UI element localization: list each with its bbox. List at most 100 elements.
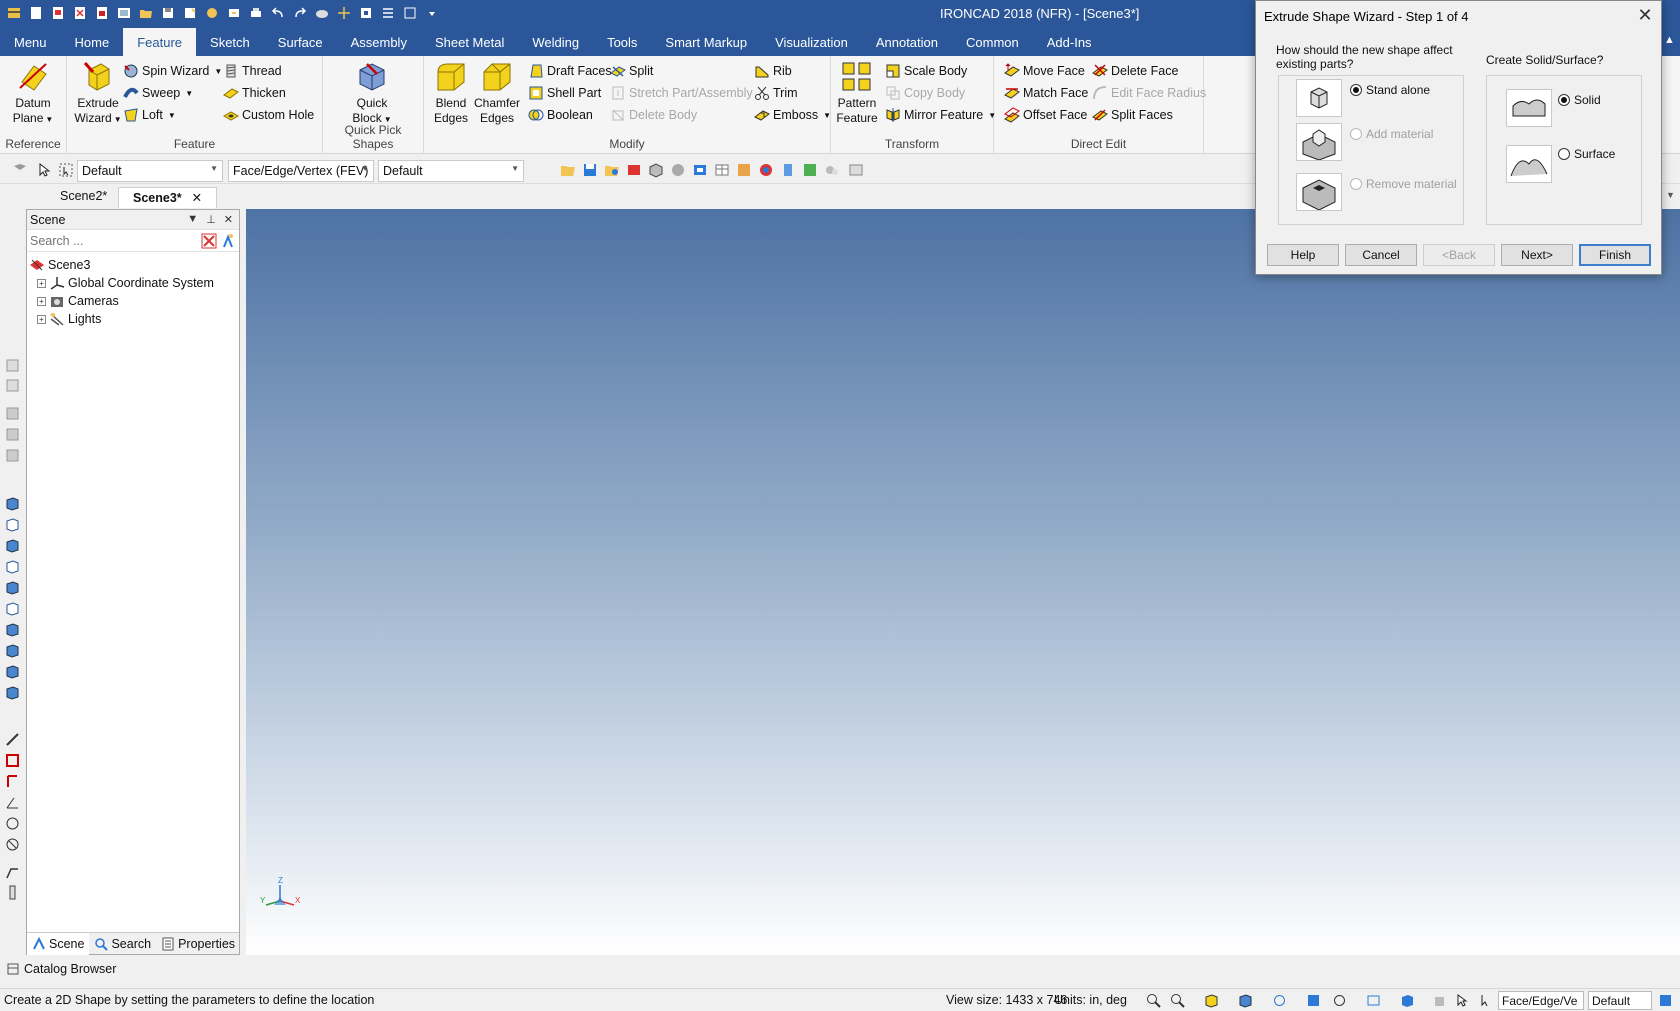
surface-radio[interactable]: Surface <box>1558 147 1615 161</box>
3d-viewport[interactable]: Z X Y <box>246 209 1680 955</box>
search-options-icon[interactable] <box>220 233 236 249</box>
tab-feature[interactable]: Feature <box>123 28 197 56</box>
hand-icon[interactable] <box>1432 993 1447 1008</box>
pin-icon[interactable]: ⊥ <box>206 213 216 226</box>
triball-icon[interactable] <box>334 3 354 23</box>
pattern-feature-button[interactable]: Pattern Feature <box>835 60 879 126</box>
settings-icon[interactable] <box>1658 993 1673 1008</box>
orbit-icon[interactable] <box>1272 993 1287 1008</box>
trim-button[interactable]: Trim <box>754 83 798 103</box>
shell-part-button[interactable]: Shell Part <box>528 83 601 103</box>
save-as-icon[interactable] <box>180 3 200 23</box>
no-entry-icon[interactable] <box>5 837 20 852</box>
blend-edges-button[interactable]: Blend Edges <box>430 60 472 126</box>
delete-face-button[interactable]: Delete Face <box>1092 61 1178 81</box>
stretch-part-assembly-button[interactable]: Stretch Part/Assembly <box>610 83 753 103</box>
doc-tab-scene2[interactable]: Scene2* <box>46 187 121 208</box>
thread-button[interactable]: Thread <box>223 61 282 81</box>
sweep-button[interactable]: Sweep ▼ <box>123 83 193 103</box>
move-face-button[interactable]: Move Face <box>1004 61 1085 81</box>
expand-icon[interactable]: + <box>37 278 46 288</box>
select-arrow-icon[interactable] <box>36 162 52 178</box>
new-drawing-icon[interactable] <box>70 3 90 23</box>
finish-button[interactable]: Finish <box>1579 244 1651 266</box>
render-mode-icon[interactable] <box>1204 993 1219 1008</box>
boolean-button[interactable]: Boolean <box>528 105 593 125</box>
camera-view-icon[interactable] <box>692 162 708 178</box>
tab-add-ins[interactable]: Add-Ins <box>1033 28 1106 56</box>
render-icon[interactable] <box>312 3 332 23</box>
open-folder-icon[interactable] <box>136 3 156 23</box>
tree-item-cameras[interactable]: + Cameras <box>29 292 239 310</box>
part-icon[interactable] <box>648 162 664 178</box>
scale-body-button[interactable]: Scale Body <box>885 61 967 81</box>
panel-close-icon[interactable]: ✕ <box>224 213 233 226</box>
delete-body-button[interactable]: Delete Body <box>610 105 697 125</box>
image-icon[interactable] <box>802 162 818 178</box>
selection-mode-combo[interactable]: Face/Edge/Vertex (FEV) ▼ <box>228 160 374 182</box>
new-scene-icon[interactable] <box>48 3 68 23</box>
edit-face-radius-button[interactable]: Edit Face Radius <box>1092 83 1206 103</box>
solid-radio[interactable]: Solid <box>1558 93 1601 107</box>
custom-hole-button[interactable]: Custom Hole <box>223 105 314 125</box>
dialog-close-icon[interactable]: ✕ <box>1635 5 1655 25</box>
help-button[interactable]: Help <box>1267 244 1339 266</box>
doc-tab-scene3[interactable]: Scene3* ✕ <box>118 187 218 208</box>
load-icon[interactable] <box>604 162 620 178</box>
materials-icon[interactable] <box>736 162 752 178</box>
close-tab-icon[interactable]: ✕ <box>192 191 202 205</box>
split-button[interactable]: Split <box>610 61 653 81</box>
customize-qat-icon[interactable] <box>422 3 442 23</box>
tree-item-global-coordinate-system[interactable]: + Global Coordinate System <box>29 274 239 292</box>
more-tools-icon[interactable] <box>848 162 864 178</box>
pointer-icon[interactable] <box>1454 993 1469 1008</box>
tab-smart-markup[interactable]: Smart Markup <box>651 28 761 56</box>
print-icon[interactable] <box>246 3 266 23</box>
pack-icon[interactable] <box>202 3 222 23</box>
split-faces-button[interactable]: Split Faces <box>1092 105 1173 125</box>
edge-mode-icon[interactable] <box>5 427 20 442</box>
pick-filter-icon[interactable] <box>12 162 28 178</box>
angle-icon[interactable] <box>5 795 20 810</box>
offset-face-button[interactable]: Offset Face <box>1004 105 1087 125</box>
next-button[interactable]: Next> <box>1501 244 1573 266</box>
app-menu-icon[interactable] <box>4 3 24 23</box>
tab-assembly[interactable]: Assembly <box>337 28 421 56</box>
panel-menu-icon[interactable]: ▼ <box>187 213 198 226</box>
ruler-icon[interactable] <box>5 885 20 900</box>
camera-mode-icon[interactable] <box>1366 993 1381 1008</box>
display-icon[interactable] <box>1332 993 1347 1008</box>
table-icon[interactable] <box>714 162 730 178</box>
copy-body-button[interactable]: Copy Body <box>885 83 965 103</box>
publish-icon[interactable] <box>224 3 244 23</box>
view-left-icon[interactable] <box>5 538 20 553</box>
panel-tab-scene[interactable]: Scene <box>27 933 90 955</box>
view-bottom-icon[interactable] <box>5 601 20 616</box>
tab-home[interactable]: Home <box>61 28 124 56</box>
emboss-button[interactable]: Emboss ▼ <box>754 105 831 125</box>
tab-annotation[interactable]: Annotation <box>862 28 952 56</box>
part-mode-icon[interactable] <box>5 378 20 393</box>
new-part-icon[interactable] <box>92 3 112 23</box>
ribbon-options-icon[interactable]: ▼ <box>1666 190 1675 200</box>
select-filter-icon[interactable] <box>1478 993 1493 1008</box>
view-cube-icon[interactable] <box>1238 993 1253 1008</box>
expand-icon[interactable]: + <box>37 314 46 324</box>
remove-material-radio[interactable]: Remove material <box>1350 177 1457 191</box>
lighting-icon[interactable] <box>780 162 796 178</box>
view-iso-icon[interactable] <box>5 622 20 637</box>
scene-search-input[interactable] <box>27 230 201 251</box>
tree-item-lights[interactable]: + Lights <box>29 310 239 328</box>
select-window-icon[interactable] <box>58 162 74 178</box>
panel-tab-properties[interactable]: Properties <box>156 933 240 955</box>
undo-icon[interactable] <box>268 3 288 23</box>
tab-surface[interactable]: Surface <box>264 28 337 56</box>
draft-faces-button[interactable]: Draft Faces <box>528 61 612 81</box>
vertex-mode-icon[interactable] <box>5 448 20 463</box>
loft-button[interactable]: Loft ▼ <box>123 105 176 125</box>
smart-dimension-icon[interactable] <box>5 753 20 768</box>
view-normal-icon[interactable] <box>5 685 20 700</box>
tab-welding[interactable]: Welding <box>518 28 593 56</box>
catalog-browser-bar[interactable]: Catalog Browser <box>0 958 1680 980</box>
list-icon[interactable] <box>378 3 398 23</box>
